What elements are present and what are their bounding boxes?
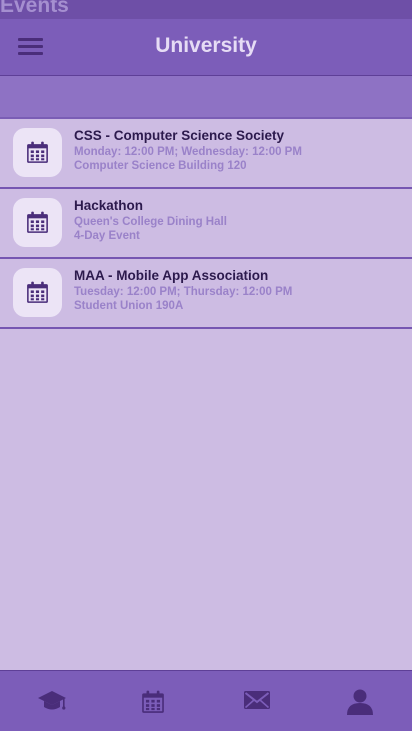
event-title: Hackathon <box>74 198 144 213</box>
envelope-icon <box>244 691 270 709</box>
sub-header-bar <box>0 76 412 119</box>
bottom-nav <box>0 670 412 731</box>
graduation-cap-icon <box>38 691 66 710</box>
nav-item-messages[interactable] <box>206 671 309 731</box>
nav-item-events[interactable] <box>103 671 206 731</box>
event-location: Computer Science Building 120 <box>74 160 247 172</box>
page-title: University <box>155 34 257 57</box>
event-title: CSS - Computer Science Society <box>74 128 285 143</box>
event-row[interactable]: Hackathon Queen's College Dining Hall 4-… <box>0 189 412 259</box>
page-label-strip: Events <box>0 0 412 19</box>
calendar-icon <box>13 128 62 177</box>
calendar-icon <box>142 690 164 713</box>
user-icon <box>347 689 373 715</box>
app-header: University <box>0 19 412 76</box>
nav-item-profile[interactable] <box>309 671 412 731</box>
event-location: Queen's College Dining Hall <box>74 216 227 228</box>
event-duration: 4-Day Event <box>74 230 140 242</box>
event-row[interactable]: MAA - Mobile App Association Tuesday: 12… <box>0 259 412 329</box>
event-schedule: Tuesday: 12:00 PM; Thursday: 12:00 PM <box>74 286 293 298</box>
event-row[interactable]: CSS - Computer Science Society Monday: 1… <box>0 119 412 189</box>
event-schedule: Monday: 12:00 PM; Wednesday: 12:00 PM <box>74 146 302 158</box>
event-list: CSS - Computer Science Society Monday: 1… <box>0 119 412 329</box>
event-location: Student Union 190A <box>74 300 184 312</box>
page-label: Events <box>0 0 69 17</box>
event-title: MAA - Mobile App Association <box>74 268 269 283</box>
calendar-icon <box>13 268 62 317</box>
nav-item-courses[interactable] <box>0 671 103 731</box>
calendar-icon <box>13 198 62 247</box>
